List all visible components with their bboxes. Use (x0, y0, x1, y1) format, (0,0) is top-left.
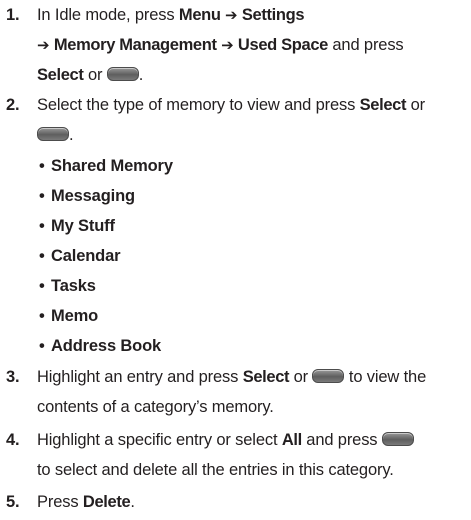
step-text: Select the type of memory to view and pr… (37, 96, 425, 144)
arrow-icon: ➔ (225, 6, 238, 24)
step-text: Press Delete. (37, 493, 135, 511)
menu-label: Menu (178, 6, 221, 24)
list-item: Shared Memory (39, 151, 173, 181)
arrow-icon: ➔ (221, 36, 234, 54)
step-text: In Idle mode, press Menu ➔ Settings ➔ Me… (37, 6, 404, 84)
settings-label: Settings (241, 6, 305, 24)
step-number: 1. (6, 6, 20, 24)
select-label: Select (242, 368, 290, 386)
select-label: Select (359, 96, 407, 114)
list-item: Memo (39, 301, 173, 331)
used-space-label: Used Space (237, 36, 328, 54)
list-item: My Stuff (39, 211, 173, 241)
step-3: 3. Highlight an entry and press Select o… (6, 362, 469, 422)
list-item: Calendar (39, 241, 173, 271)
step-number: 3. (6, 368, 20, 386)
instruction-page: 1. In Idle mode, press Menu ➔ Settings ➔… (0, 0, 471, 520)
memory-type-list: Shared Memory Messaging My Stuff Calenda… (39, 151, 173, 361)
select-key-icon (312, 369, 345, 383)
step-text: Highlight an entry and press Select or t… (37, 368, 427, 416)
list-item: Messaging (39, 181, 173, 211)
list-item: Address Book (39, 331, 173, 361)
step-number: 5. (6, 493, 20, 511)
memory-management-label: Memory Management (53, 36, 217, 54)
step-number: 2. (6, 96, 20, 114)
step-5: 5. Press Delete. (6, 487, 469, 517)
select-key-icon (37, 127, 69, 141)
arrow-icon: ➔ (37, 36, 50, 54)
step-number: 4. (6, 431, 20, 449)
step-4: 4. Highlight a specific entry or select … (6, 425, 469, 485)
step-1: 1. In Idle mode, press Menu ➔ Settings ➔… (6, 0, 469, 90)
delete-label: Delete (82, 493, 131, 511)
select-key-icon (106, 67, 139, 81)
step-text: Highlight a specific entry or select All… (37, 425, 469, 485)
select-label: Select (37, 66, 84, 84)
step-2: 2. Select the type of memory to view and… (6, 90, 469, 150)
all-label: All (281, 431, 302, 449)
list-item: Tasks (39, 271, 173, 301)
select-key-icon (381, 432, 414, 446)
